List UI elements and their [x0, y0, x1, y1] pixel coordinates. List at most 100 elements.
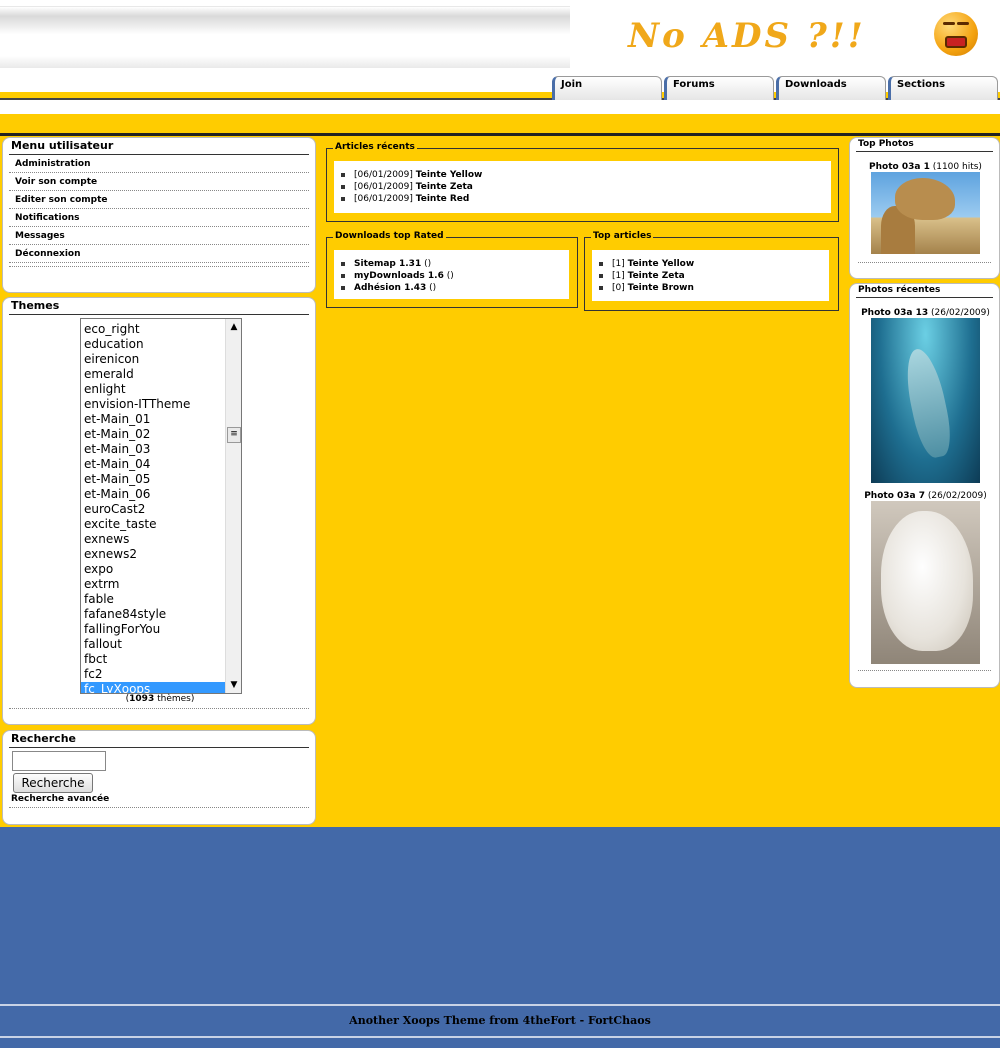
header-white-strip — [0, 100, 1000, 114]
recent-photos-title: Photos récentes — [856, 284, 993, 298]
theme-option[interactable]: exnews — [81, 532, 225, 547]
theme-option[interactable]: fallingForYou — [81, 622, 225, 637]
article-link[interactable]: Teinte Yellow — [628, 259, 695, 269]
list-item: Adhésion 1.43 () — [341, 282, 569, 294]
theme-select-list[interactable]: eco_right education eirenicon emerald en… — [80, 318, 242, 694]
article-link[interactable]: Teinte Yellow — [416, 170, 483, 180]
list-item: [1] Teinte Zeta — [599, 270, 829, 282]
top-articles-content: [1] Teinte Yellow [1] Teinte Zeta [0] Te… — [592, 250, 829, 301]
downloads-top-title: Downloads top Rated — [333, 231, 446, 241]
theme-option[interactable]: et-Main_05 — [81, 472, 225, 487]
download-link[interactable]: Adhésion 1.43 — [354, 283, 426, 293]
menu-item-view-account[interactable]: Voir son compte — [9, 173, 309, 191]
downloads-top-block: Downloads top Rated Sitemap 1.31 () myDo… — [326, 231, 578, 308]
photo-link[interactable]: Photo 03a 1 — [869, 162, 930, 172]
theme-option[interactable]: fbct — [81, 652, 225, 667]
theme-option[interactable]: enlight — [81, 382, 225, 397]
theme-option[interactable]: envision-ITTheme — [81, 397, 225, 412]
photo-thumbnail[interactable] — [871, 318, 980, 483]
article-link[interactable]: Teinte Zeta — [416, 182, 473, 192]
theme-option[interactable]: et-Main_04 — [81, 457, 225, 472]
theme-option[interactable]: exnews2 — [81, 547, 225, 562]
theme-options: eco_right education eirenicon emerald en… — [81, 322, 225, 693]
nav-tab-forums[interactable]: Forums — [664, 76, 774, 100]
divider — [9, 708, 309, 709]
theme-option[interactable]: eco_right — [81, 322, 225, 337]
header-logo-area — [0, 6, 570, 68]
download-link[interactable]: myDownloads 1.6 — [354, 271, 444, 281]
theme-option[interactable]: extrm — [81, 577, 225, 592]
list-item: [1] Teinte Yellow — [599, 258, 829, 270]
top-photos-block: Top Photos Photo 03a 1 (1100 hits) — [849, 137, 1000, 279]
site-header: No ADS ?!! Join Forums Downloads Section… — [0, 0, 1000, 138]
scroll-thumb[interactable]: ≡ — [227, 427, 241, 443]
advanced-search-link[interactable]: Recherche avancée — [11, 794, 109, 804]
top-articles-title: Top articles — [591, 231, 654, 241]
theme-option[interactable]: fafane84style — [81, 607, 225, 622]
theme-list-scrollbar[interactable]: ▲ ≡ ▼ — [225, 319, 241, 693]
search-button[interactable]: Recherche — [13, 773, 93, 793]
banner-text: No ADS ?!! — [628, 16, 866, 56]
photo-caption: Photo 03a 13 (26/02/2009) — [861, 308, 990, 318]
theme-option-selected[interactable]: fc_LyXoops — [81, 682, 225, 693]
nav-tab-join[interactable]: Join — [552, 76, 662, 100]
photo-caption: Photo 03a 1 (1100 hits) — [869, 162, 982, 172]
top-articles-block: Top articles [1] Teinte Yellow [1] Teint… — [584, 231, 839, 311]
theme-option[interactable]: et-Main_02 — [81, 427, 225, 442]
recent-articles-block: Articles récents [06/01/2009] Teinte Yel… — [326, 142, 839, 222]
theme-option[interactable]: fallout — [81, 637, 225, 652]
theme-option[interactable]: et-Main_06 — [81, 487, 225, 502]
ad-banner[interactable]: No ADS ?!! — [570, 4, 992, 62]
user-menu-title: Menu utilisateur — [9, 138, 309, 155]
main-nav: Join Forums Downloads Sections — [552, 76, 1000, 100]
footer-credits: Another Xoops Theme from 4theFort - Fort… — [349, 1014, 651, 1027]
theme-option[interactable]: emerald — [81, 367, 225, 382]
recent-articles-title: Articles récents — [333, 142, 417, 152]
photo-thumbnail[interactable] — [871, 172, 980, 254]
menu-item-edit-account[interactable]: Editer son compte — [9, 191, 309, 209]
article-link[interactable]: Teinte Zeta — [628, 271, 685, 281]
nav-tab-downloads[interactable]: Downloads — [776, 76, 886, 100]
theme-count: (1093 thèmes) — [125, 694, 195, 704]
menu-item-notifications[interactable]: Notifications — [9, 209, 309, 227]
divider — [9, 263, 309, 267]
theme-option[interactable]: excite_taste — [81, 517, 225, 532]
footer-divider — [0, 1004, 1000, 1006]
downloads-top-content: Sitemap 1.31 () myDownloads 1.6 () Adhés… — [334, 250, 569, 299]
article-link[interactable]: Teinte Red — [416, 194, 470, 204]
menu-item-logout[interactable]: Déconnexion — [9, 245, 309, 263]
list-item: myDownloads 1.6 () — [341, 270, 569, 282]
download-link[interactable]: Sitemap 1.31 — [354, 259, 421, 269]
theme-option[interactable]: et-Main_01 — [81, 412, 225, 427]
list-item: [06/01/2009] Teinte Zeta — [341, 181, 831, 193]
article-link[interactable]: Teinte Brown — [628, 283, 694, 293]
theme-option[interactable]: expo — [81, 562, 225, 577]
photo-caption: Photo 03a 7 (26/02/2009) — [864, 491, 987, 501]
themes-title: Themes — [9, 298, 309, 315]
search-block: Recherche Recherche Recherche avancée — [2, 730, 316, 825]
photo-link[interactable]: Photo 03a 7 — [864, 491, 925, 501]
scroll-down-icon[interactable]: ▼ — [226, 677, 241, 693]
themes-block: Themes eco_right education eirenicon eme… — [2, 297, 316, 725]
top-photos-title: Top Photos — [856, 138, 993, 152]
list-item: [06/01/2009] Teinte Yellow — [341, 169, 831, 181]
photo-thumbnail[interactable] — [871, 501, 980, 664]
divider — [9, 807, 309, 808]
theme-option[interactable]: fable — [81, 592, 225, 607]
photo-link[interactable]: Photo 03a 13 — [861, 308, 928, 318]
theme-option[interactable]: education — [81, 337, 225, 352]
header-bottom-bar — [0, 114, 1000, 136]
theme-option[interactable]: euroCast2 — [81, 502, 225, 517]
shocked-face-icon — [934, 12, 978, 56]
theme-count-number: 1093 — [129, 694, 155, 704]
divider — [858, 670, 991, 671]
menu-item-messages[interactable]: Messages — [9, 227, 309, 245]
theme-option[interactable]: eirenicon — [81, 352, 225, 367]
search-input[interactable] — [12, 751, 106, 771]
nav-tab-sections[interactable]: Sections — [888, 76, 998, 100]
menu-item-administration[interactable]: Administration — [9, 155, 309, 173]
scroll-up-icon[interactable]: ▲ — [226, 319, 241, 335]
theme-option[interactable]: et-Main_03 — [81, 442, 225, 457]
theme-option[interactable]: fc2 — [81, 667, 225, 682]
list-item: Sitemap 1.31 () — [341, 258, 569, 270]
